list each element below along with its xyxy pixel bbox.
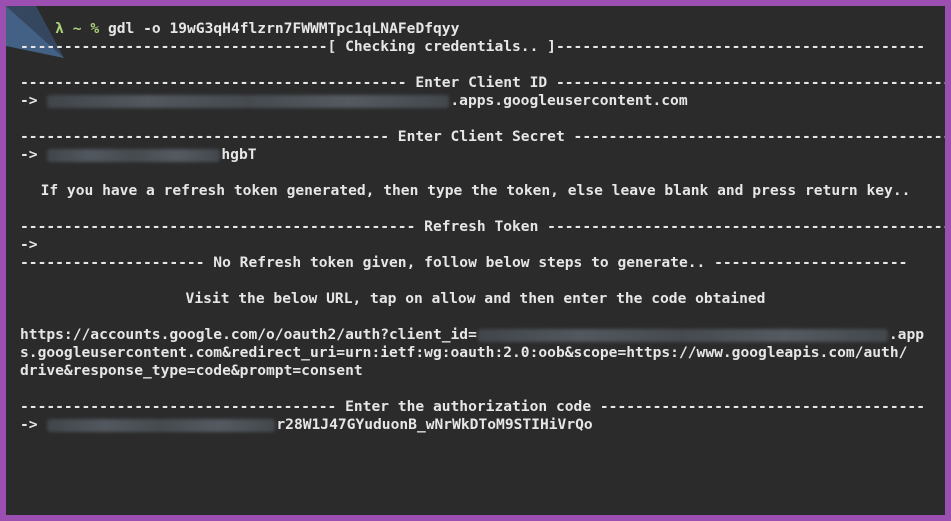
no-refresh-token-line: --------------------- No Refresh token g… bbox=[20, 254, 908, 271]
client-id-input: -> .apps.googleusercontent.com bbox=[20, 92, 945, 110]
refresh-token-hint: If you have a refresh token generated, t… bbox=[40, 182, 911, 199]
client-secret-header: ----------------------------------------… bbox=[20, 128, 945, 145]
redacted-client-id bbox=[47, 94, 450, 108]
prompt-tilde: ~ bbox=[72, 20, 82, 37]
refresh-token-header: ----------------------------------------… bbox=[20, 218, 945, 235]
client-id-suffix: .apps.googleusercontent.com bbox=[450, 92, 688, 109]
auth-url-line-3[interactable]: drive&response_type=code&prompt=consent bbox=[20, 362, 945, 380]
redacted-url-client-id bbox=[477, 328, 888, 342]
auth-code-header: ------------------------------------ Ent… bbox=[20, 398, 925, 415]
client-secret-suffix: hgbT bbox=[221, 146, 257, 163]
auth-code-input: -> r28W1J47GYuduonB_wNrWkDToM9STIHiVrQo bbox=[20, 416, 945, 434]
input-arrow: -> bbox=[20, 416, 38, 433]
terminal-window[interactable]: λ ~ % gdl -o 19wG3qH4flzrn7FWWMTpc1qLNAF… bbox=[6, 6, 945, 515]
refresh-token-input: -> bbox=[20, 236, 945, 254]
auth-url-line-2[interactable]: s.googleusercontent.com&redirect_uri=urn… bbox=[20, 344, 945, 362]
client-secret-input: -> hgbT bbox=[20, 146, 945, 164]
checking-credentials-line: -----------------------------------[ Che… bbox=[20, 38, 925, 55]
input-arrow: -> bbox=[20, 146, 38, 163]
auth-url-prefix[interactable]: https://accounts.google.com/o/oauth2/aut… bbox=[20, 326, 477, 343]
input-arrow: -> bbox=[20, 236, 38, 253]
auth-url-line-1[interactable]: https://accounts.google.com/o/oauth2/aut… bbox=[20, 326, 945, 344]
redacted-auth-code bbox=[47, 418, 276, 432]
redacted-client-secret bbox=[47, 148, 221, 162]
client-id-header: ----------------------------------------… bbox=[20, 74, 945, 91]
prompt-line: λ ~ % gdl -o 19wG3qH4flzrn7FWWMTpc1qLNAF… bbox=[20, 20, 945, 38]
visit-url-instruction: Visit the below URL, tap on allow and th… bbox=[185, 290, 766, 307]
prompt-lambda: λ bbox=[55, 20, 64, 37]
input-arrow: -> bbox=[20, 92, 38, 109]
prompt-percent: % bbox=[90, 20, 100, 37]
auth-code-suffix: r28W1J47GYuduonB_wNrWkDToM9STIHiVrQo bbox=[276, 416, 593, 433]
command-text: gdl -o 19wG3qH4flzrn7FWWMTpc1qLNAFeDfqyy bbox=[107, 20, 460, 37]
auth-url-suffix[interactable]: .app bbox=[889, 326, 924, 343]
